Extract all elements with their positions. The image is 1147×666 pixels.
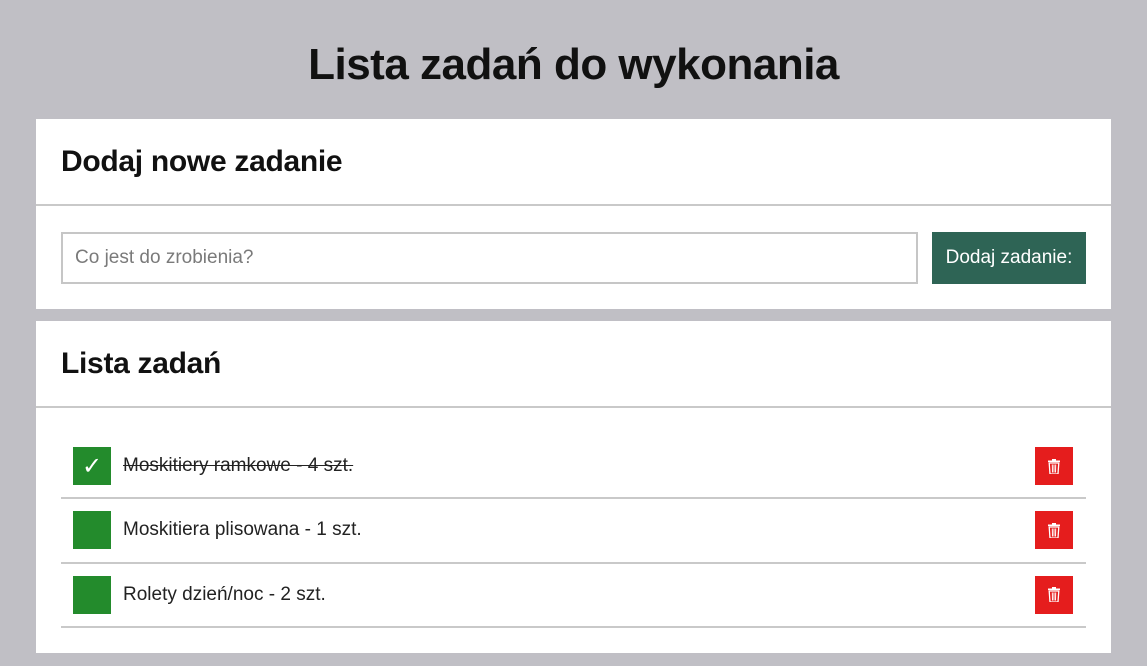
- add-task-form: Dodaj zadanie:: [61, 232, 1086, 284]
- add-task-button[interactable]: Dodaj zadanie:: [932, 232, 1086, 284]
- trash-icon: [1048, 458, 1060, 474]
- delete-task-button[interactable]: [1035, 511, 1073, 550]
- new-task-input[interactable]: [61, 232, 918, 284]
- task-text: Moskitiera plisowana - 1 szt.: [123, 519, 362, 541]
- trash-icon: [1048, 522, 1060, 538]
- task-list: ✓ Moskitiery ramkowe - 4 szt. Moskitiera…: [61, 429, 1086, 628]
- page-title: Lista zadań do wykonania: [308, 40, 839, 89]
- task-checkbox[interactable]: ✓: [73, 447, 111, 485]
- add-task-card: Dodaj nowe zadanie Dodaj zadanie:: [36, 119, 1111, 309]
- delete-task-button[interactable]: [1035, 575, 1073, 614]
- task-list-header: Lista zadań: [36, 321, 1111, 408]
- task-checkbox[interactable]: [73, 575, 111, 614]
- task-text: Moskitiery ramkowe - 4 szt.: [123, 455, 354, 476]
- task-list-heading: Lista zadań: [61, 346, 222, 380]
- task-checkbox[interactable]: [73, 511, 111, 550]
- delete-task-button[interactable]: [1035, 447, 1073, 485]
- add-task-header: Dodaj nowe zadanie: [36, 119, 1111, 206]
- task-text: Rolety dzień/noc - 2 szt.: [123, 583, 326, 605]
- task-item: ✓ Moskitiery ramkowe - 4 szt.: [61, 429, 1086, 499]
- task-item: Moskitiera plisowana - 1 szt.: [61, 499, 1086, 564]
- task-item: Rolety dzień/noc - 2 szt.: [61, 564, 1086, 628]
- add-task-heading: Dodaj nowe zadanie: [61, 144, 343, 178]
- trash-icon: [1048, 587, 1060, 603]
- check-icon: ✓: [81, 452, 103, 480]
- task-list-card: Lista zadań ✓ Moskitiery ramkowe - 4 szt…: [36, 321, 1111, 653]
